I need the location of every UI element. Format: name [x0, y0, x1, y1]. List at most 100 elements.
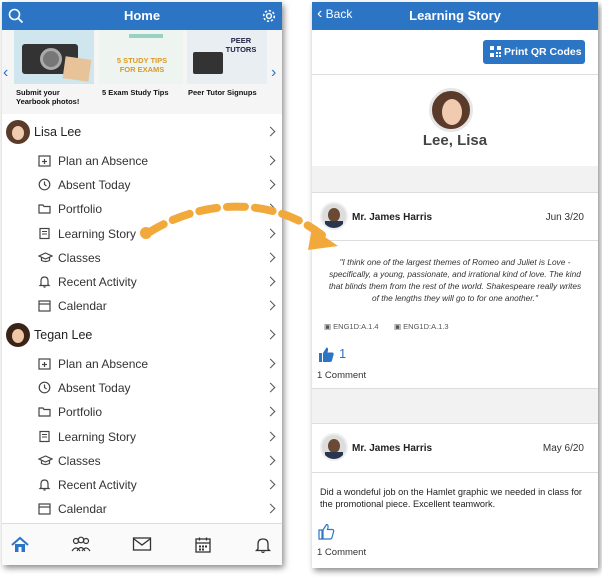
- chevron-right-icon: [265, 155, 276, 166]
- news-carousel[interactable]: ‹ Submit your Yearbook photos! 5 STUDY T…: [2, 30, 282, 114]
- student-menu-item[interactable]: Recent Activity: [2, 270, 282, 294]
- divider: [312, 423, 598, 424]
- post-body: Did a wondeful job on the Hamlet graphic…: [320, 487, 582, 509]
- item-label: Classes: [58, 250, 101, 265]
- student-name: Lisa Lee: [34, 125, 82, 139]
- home-icon[interactable]: [10, 536, 30, 554]
- curriculum-tag[interactable]: ▣ ENG1D:A.1.3: [394, 322, 449, 331]
- divider: [312, 74, 598, 75]
- student-menu-item[interactable]: Calendar: [2, 294, 282, 318]
- chevron-right-icon: [265, 382, 276, 393]
- item-label: Learning Story: [58, 429, 137, 444]
- student-row-tegan[interactable]: Tegan Lee: [2, 321, 282, 349]
- tag-label: ENG1D:A.1.3: [403, 322, 449, 331]
- carousel-tile-study-tips[interactable]: 5 STUDY TIPS FOR EXAMS: [99, 30, 183, 84]
- mail-icon[interactable]: [132, 536, 152, 552]
- calendar-plus-icon: [38, 357, 51, 370]
- chevron-left-icon[interactable]: ‹: [3, 64, 8, 82]
- item-label: Classes: [58, 453, 101, 468]
- comment-count[interactable]: 1 Comment: [317, 370, 366, 381]
- item-label: Recent Activity: [58, 275, 137, 289]
- section-gap: [312, 166, 598, 192]
- calendar-icon[interactable]: [194, 536, 212, 554]
- curriculum-tag[interactable]: ▣ ENG1D:A.1.4: [324, 322, 379, 331]
- tag-label: ENG1D:A.1.4: [333, 322, 379, 331]
- student-menu-item[interactable]: Learning Story: [2, 425, 282, 449]
- calendar-icon: [38, 502, 51, 515]
- chevron-right-icon: [265, 479, 276, 490]
- tag-icon: ▣: [394, 322, 404, 331]
- student-row-lisa[interactable]: Lisa Lee: [2, 118, 282, 146]
- student-menu-item[interactable]: Portfolio: [2, 400, 282, 424]
- story-header: ‹ Back Learning Story: [312, 2, 598, 30]
- post-author: Mr. James Harris: [352, 212, 433, 223]
- book-icon: [38, 430, 51, 443]
- student-menu-item[interactable]: Plan an Absence: [2, 352, 282, 376]
- student-menu-item[interactable]: Recent Activity: [2, 473, 282, 497]
- avatar: [6, 120, 30, 144]
- home-header: Home: [2, 2, 282, 30]
- student-menu-item[interactable]: Portfolio: [2, 197, 282, 221]
- item-label: Absent Today: [58, 178, 131, 193]
- thumbs-up-icon[interactable]: [318, 346, 335, 363]
- like-count: 1: [339, 346, 347, 361]
- chevron-right-icon: [265, 431, 276, 442]
- teacher-avatar: [320, 433, 348, 461]
- thumbs-up-icon[interactable]: [318, 523, 335, 540]
- calendar-plus-icon: [38, 154, 51, 167]
- divider: [312, 240, 598, 241]
- student-name: Lee, Lisa: [422, 132, 488, 149]
- chevron-right-icon: [265, 406, 276, 417]
- item-label: Portfolio: [58, 405, 103, 420]
- student-menu-item[interactable]: Absent Today: [2, 376, 282, 400]
- teacher-avatar: [320, 202, 348, 230]
- chevron-right-icon: [265, 455, 276, 466]
- folder-icon: [38, 405, 51, 418]
- home-title: Home: [123, 8, 161, 23]
- study-tips-art-text: 5 STUDY TIPS FOR EXAMS: [116, 56, 168, 74]
- item-label: Learning Story: [58, 226, 137, 241]
- graduation-cap-icon: [37, 251, 54, 264]
- chevron-right-icon: [265, 228, 276, 239]
- carousel-tile-peer-tutor[interactable]: PEER TUTORS: [187, 30, 267, 84]
- chevron-right-icon: [265, 179, 276, 190]
- chevron-right-icon[interactable]: ›: [271, 64, 276, 82]
- learning-story-screen: ‹ Back Learning Story Print QR Codes Lee…: [312, 2, 598, 568]
- item-label: Plan an Absence: [58, 154, 149, 168]
- student-name: Tegan Lee: [34, 328, 93, 342]
- carousel-tile-yearbook[interactable]: [14, 30, 94, 84]
- clock-icon: [38, 381, 51, 394]
- item-label: Recent Activity: [58, 478, 137, 492]
- student-menu-item[interactable]: Calendar: [2, 497, 282, 521]
- graduation-cap-icon: [37, 454, 54, 467]
- post-quote: "I think one of the largest themes of Ro…: [328, 257, 582, 303]
- tab-bar: [2, 523, 282, 565]
- student-menu-item[interactable]: Learning Story: [2, 222, 282, 246]
- print-qr-codes-button[interactable]: Print QR Codes: [483, 40, 585, 64]
- gear-icon[interactable]: [261, 8, 277, 24]
- home-screen: Home ‹ Submit your Yearbook photos! 5 ST…: [2, 2, 282, 565]
- divider: [312, 472, 598, 473]
- chevron-right-icon: [265, 503, 276, 514]
- student-menu-item[interactable]: Classes: [2, 246, 282, 270]
- section-gap: [312, 389, 598, 423]
- student-menu-item[interactable]: Absent Today: [2, 173, 282, 197]
- student-menu-item[interactable]: Classes: [2, 449, 282, 473]
- clock-icon: [38, 178, 51, 191]
- item-label: Calendar: [58, 502, 107, 517]
- bell-icon: [38, 275, 51, 288]
- chevron-right-icon: [265, 300, 276, 311]
- chevron-right-icon: [265, 126, 276, 137]
- tag-icon: ▣: [324, 322, 334, 331]
- chevron-right-icon: [265, 276, 276, 287]
- comment-count[interactable]: 1 Comment: [317, 547, 366, 558]
- people-icon[interactable]: [70, 536, 92, 554]
- divider: [312, 192, 598, 193]
- bell-icon[interactable]: [254, 536, 272, 554]
- print-qr-label: Print QR Codes: [504, 46, 582, 58]
- folder-icon: [38, 202, 51, 215]
- avatar: [6, 323, 30, 347]
- student-menu-item[interactable]: Plan an Absence: [2, 149, 282, 173]
- book-icon: [38, 227, 51, 240]
- post-author: Mr. James Harris: [352, 443, 433, 454]
